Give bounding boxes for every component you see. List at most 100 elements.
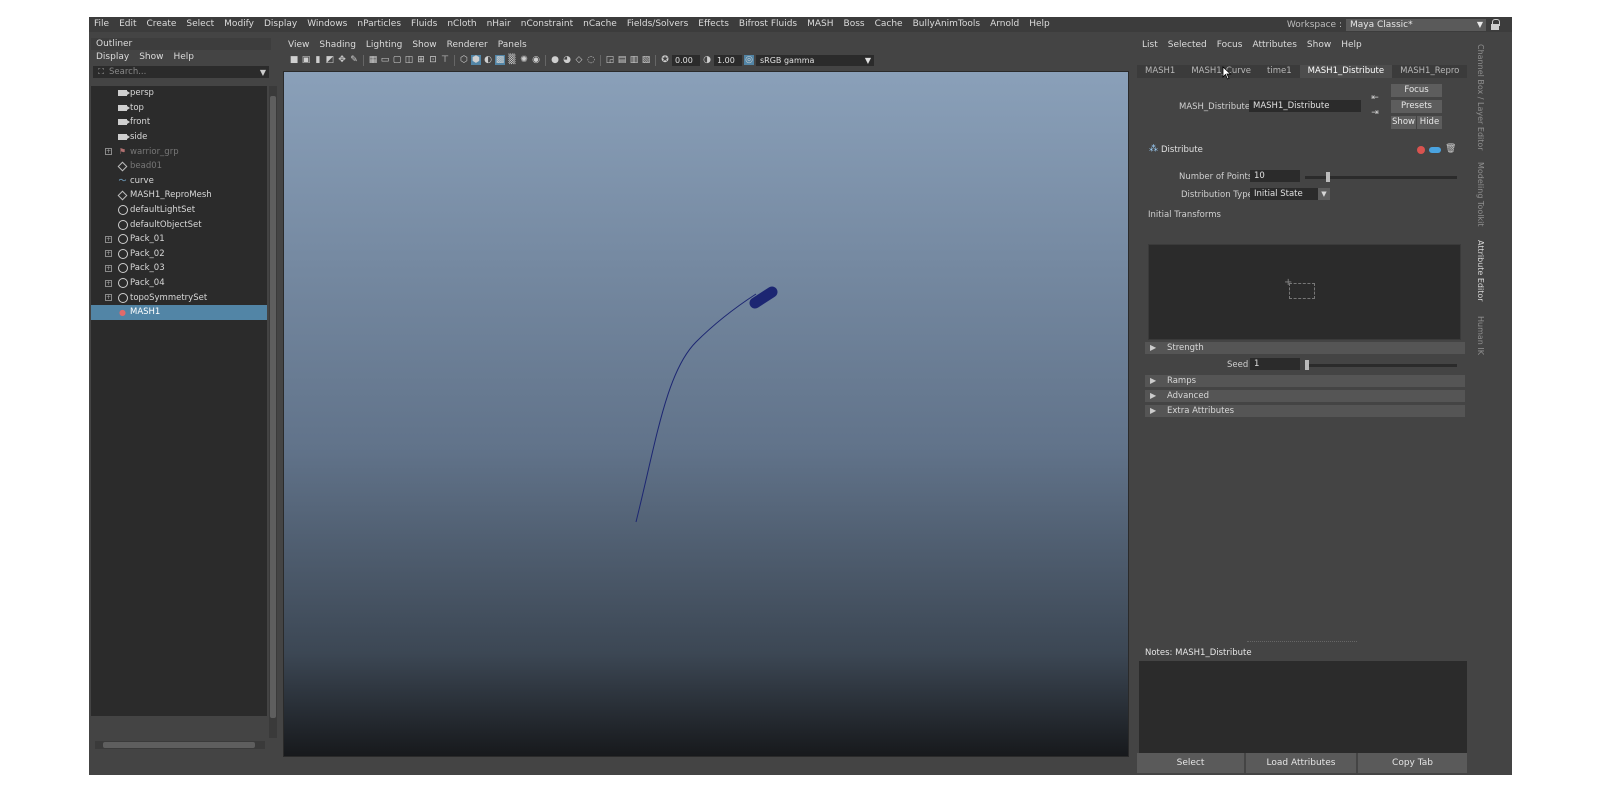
outliner-horizontal-scrollbar[interactable]: [95, 741, 265, 749]
grid-icon[interactable]: ▦: [368, 55, 378, 65]
menu-bifrost-fluids[interactable]: Bifrost Fluids: [734, 17, 802, 32]
viewport-menu-view[interactable]: View: [283, 40, 314, 50]
motion-blur-icon[interactable]: ◕: [562, 55, 572, 65]
scrollbar-thumb[interactable]: [270, 96, 276, 718]
tab-mash1-distribute[interactable]: MASH1_Distribute: [1299, 65, 1393, 78]
ramps-section-header[interactable]: ▶ Ramps: [1145, 375, 1465, 387]
outliner-item-front[interactable]: front: [91, 115, 267, 130]
viewport-menu-lighting[interactable]: Lighting: [361, 40, 407, 50]
outliner-menu-show[interactable]: Show: [134, 52, 168, 62]
outliner-item-side[interactable]: side: [91, 130, 267, 145]
camera-select-icon[interactable]: ■: [289, 55, 299, 65]
focus-input-icon[interactable]: ⇤: [1370, 93, 1380, 103]
lock-icon[interactable]: [1490, 18, 1500, 31]
anti-aliasing-icon[interactable]: ◇: [574, 55, 584, 65]
outliner-item-pack-01[interactable]: + Pack_01: [91, 232, 267, 247]
resolution-gate-icon[interactable]: ▢: [392, 55, 402, 65]
outliner-item-pack-03[interactable]: + Pack_03: [91, 261, 267, 276]
strength-section-header[interactable]: ▶ Strength: [1145, 342, 1465, 354]
outliner-item-pack-02[interactable]: + Pack_02: [91, 247, 267, 262]
slider-knob[interactable]: [1305, 360, 1309, 370]
textured-icon[interactable]: ▒: [507, 55, 517, 65]
menu-modify[interactable]: Modify: [219, 17, 259, 32]
wireframe-on-shaded-icon[interactable]: ▩: [495, 55, 505, 65]
outliner-search-bar[interactable]: ⛶ Search... ▼: [93, 66, 269, 78]
menu-nparticles[interactable]: nParticles: [352, 17, 406, 32]
outliner-menu-display[interactable]: Display: [91, 52, 134, 62]
wireframe-icon[interactable]: ⬡: [459, 55, 469, 65]
select-button[interactable]: Select: [1137, 753, 1244, 773]
ae-menu-focus[interactable]: Focus: [1212, 40, 1248, 50]
3d-viewport[interactable]: [283, 71, 1129, 757]
viewport-menu-renderer[interactable]: Renderer: [442, 40, 493, 50]
bookmark-icon[interactable]: ▮: [313, 55, 323, 65]
menu-fields-solvers[interactable]: Fields/Solvers: [622, 17, 693, 32]
xray-active-icon[interactable]: ▧: [641, 55, 651, 65]
image-plane-icon[interactable]: ◩: [325, 55, 335, 65]
outliner-item-pack-04[interactable]: + Pack_04: [91, 276, 267, 291]
outliner-item-top[interactable]: top: [91, 101, 267, 116]
viewport-menu-show[interactable]: Show: [407, 40, 441, 50]
outliner-item-persp[interactable]: persp: [91, 86, 267, 101]
menu-select[interactable]: Select: [181, 17, 219, 32]
menu-ncloth[interactable]: nCloth: [442, 17, 481, 32]
menu-ncache[interactable]: nCache: [578, 17, 622, 32]
outliner-item-mash1[interactable]: ● MASH1: [91, 304, 267, 320]
menu-fluids[interactable]: Fluids: [406, 17, 442, 32]
expand-icon[interactable]: +: [105, 279, 112, 287]
xray-joints-icon[interactable]: ▥: [629, 55, 639, 65]
node-enable-toggle[interactable]: [1429, 147, 1441, 153]
hide-button[interactable]: Hide: [1417, 116, 1442, 129]
notes-resize-handle[interactable]: [1247, 641, 1357, 642]
expand-icon[interactable]: +: [105, 148, 112, 156]
expand-icon[interactable]: +: [105, 294, 112, 302]
expand-icon[interactable]: +: [105, 264, 112, 272]
tab-mash1[interactable]: MASH1: [1137, 65, 1183, 78]
mash-node-error-icon[interactable]: [1417, 146, 1425, 154]
gamma-field[interactable]: 1.00: [714, 54, 742, 66]
attribute-editor-tab[interactable]: Attribute Editor: [1475, 240, 1485, 302]
safe-action-icon[interactable]: ⊡: [428, 55, 438, 65]
viewport-menu-panels[interactable]: Panels: [493, 40, 532, 50]
extra-attributes-section-header[interactable]: ▶ Extra Attributes: [1145, 405, 1465, 417]
filter-icon[interactable]: ⛶: [93, 67, 109, 77]
menu-boss[interactable]: Boss: [839, 17, 870, 32]
workspace-dropdown[interactable]: Maya Classic* ▼: [1346, 18, 1486, 31]
copy-tab-button[interactable]: Copy Tab: [1358, 753, 1467, 773]
human-ik-tab[interactable]: Human IK: [1475, 316, 1485, 355]
menu-edit[interactable]: Edit: [114, 17, 141, 32]
scrollbar-thumb[interactable]: [103, 742, 255, 748]
node-name-field[interactable]: MASH1_Distribute: [1249, 100, 1361, 112]
exposure-field[interactable]: 0.00: [672, 54, 700, 66]
outliner-item-defaultlightset[interactable]: defaultLightSet: [91, 203, 267, 218]
menu-display[interactable]: Display: [259, 17, 302, 32]
ae-menu-attributes[interactable]: Attributes: [1247, 40, 1301, 50]
ambient-occlusion-icon[interactable]: ●: [550, 55, 560, 65]
expand-icon[interactable]: +: [105, 250, 112, 258]
show-button[interactable]: Show: [1391, 116, 1416, 129]
outliner-item-defaultobjectset[interactable]: defaultObjectSet: [91, 217, 267, 232]
outliner-vertical-scrollbar[interactable]: [269, 86, 277, 738]
outliner-search-input[interactable]: Search...: [109, 67, 146, 77]
menu-bullyanimtools[interactable]: BullyAnimTools: [908, 17, 986, 32]
field-chart-icon[interactable]: ⊞: [416, 55, 426, 65]
modeling-toolkit-tab[interactable]: Modeling Toolkit: [1475, 162, 1485, 226]
default-material-icon[interactable]: ◐: [483, 55, 493, 65]
menu-cache[interactable]: Cache: [870, 17, 908, 32]
outliner-item-warrior-grp[interactable]: + ⚑ warrior_grp: [91, 144, 267, 159]
menu-file[interactable]: File: [89, 17, 114, 32]
safe-title-icon[interactable]: ⊤: [440, 55, 450, 65]
pan-zoom-icon[interactable]: ✥: [337, 55, 347, 65]
view-transform-dropdown[interactable]: sRGB gamma ▼: [756, 54, 874, 66]
smooth-shade-icon[interactable]: ⬢: [471, 55, 481, 65]
outliner-title[interactable]: Outliner: [91, 38, 271, 50]
menu-mash[interactable]: MASH: [802, 17, 838, 32]
menu-windows[interactable]: Windows: [302, 17, 352, 32]
focus-button[interactable]: Focus: [1391, 84, 1442, 97]
viewport-menu-shading[interactable]: Shading: [314, 40, 361, 50]
focus-output-icon[interactable]: ⇥: [1370, 108, 1380, 118]
repro-mesh-bead[interactable]: [749, 286, 778, 309]
outliner-item-bead01[interactable]: bead01: [91, 159, 267, 174]
distribution-type-dropdown[interactable]: Initial State ▼: [1250, 188, 1330, 200]
gate-mask-icon[interactable]: ◫: [404, 55, 414, 65]
